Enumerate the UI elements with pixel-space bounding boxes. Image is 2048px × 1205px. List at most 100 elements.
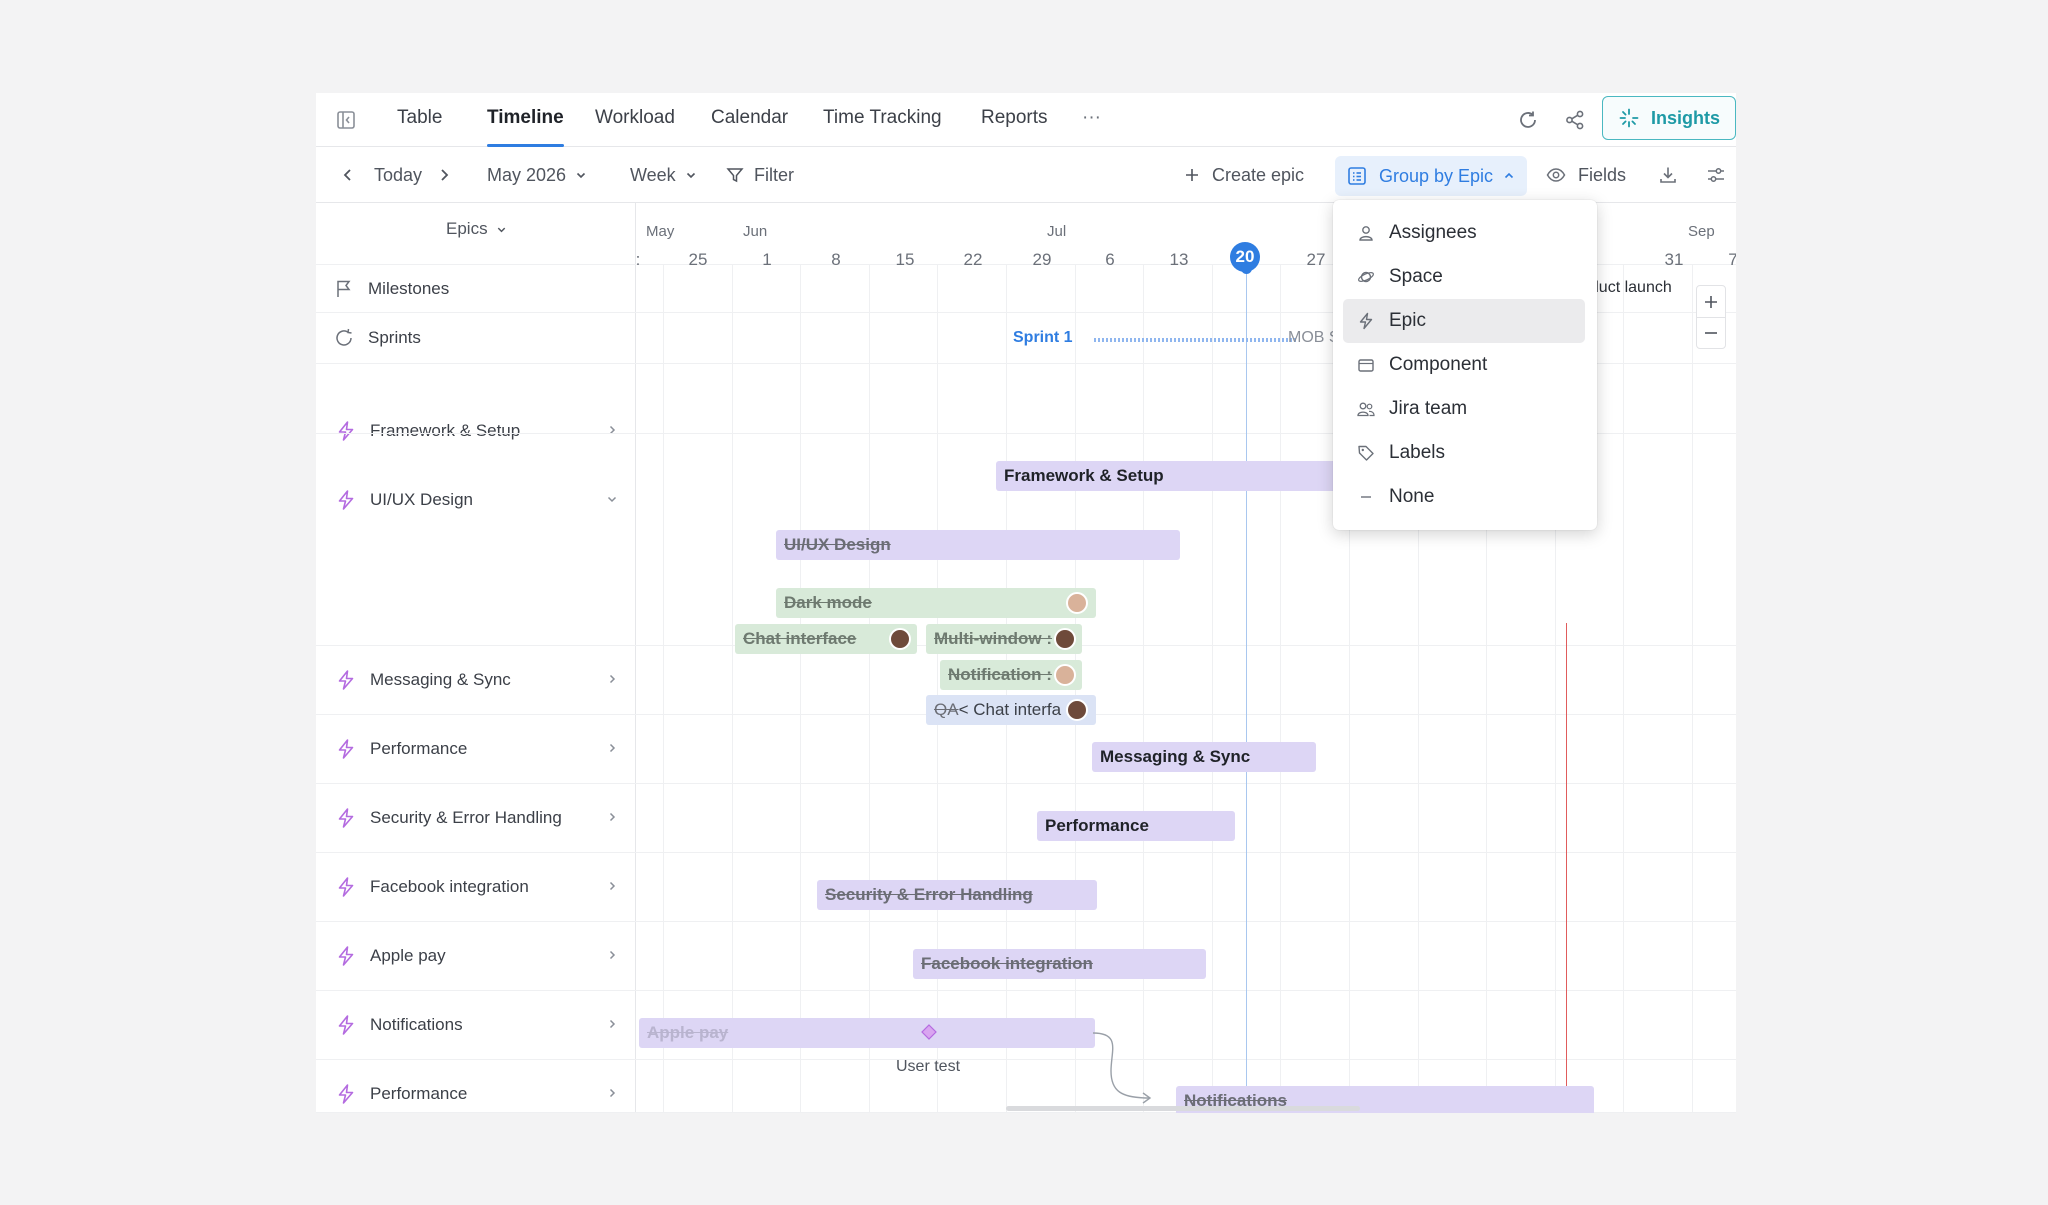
menu-item-none[interactable]: None [1343, 475, 1585, 519]
epic-row[interactable]: Performance [316, 1060, 636, 1113]
task-label: Dark mode [784, 593, 872, 612]
scale-selector[interactable]: Week [630, 147, 697, 203]
next-period-icon[interactable] [434, 165, 454, 185]
insights-label: Insights [1651, 107, 1721, 128]
today-button[interactable]: Today [374, 147, 422, 203]
scale-selector-label: Week [630, 164, 676, 185]
task-bar-dark-mode[interactable]: Dark mode [776, 588, 1096, 618]
epic-lightning-icon [334, 737, 358, 761]
filter-label: Filter [754, 164, 794, 185]
day-tick-label: 27 [1306, 250, 1326, 269]
zoom-controls [1696, 285, 1726, 349]
epic-lightning-icon [334, 668, 358, 692]
chevron-down-icon [685, 169, 697, 181]
chevron-right-icon[interactable] [606, 670, 618, 690]
epic-row-label: UI/UX Design [370, 490, 473, 509]
epic-row[interactable]: UI/UX Design [316, 434, 636, 646]
epic-row[interactable]: Framework & Setup [316, 364, 636, 441]
download-icon[interactable] [1656, 163, 1680, 187]
insights-button[interactable]: Insights [1602, 96, 1736, 140]
avatar [1066, 699, 1088, 721]
lightning-icon [1355, 310, 1377, 332]
dash-icon [1355, 486, 1377, 508]
chevron-right-icon[interactable] [606, 946, 618, 966]
chevron-down-icon[interactable] [606, 490, 618, 510]
group-by-menu: Assignees Space Epic Component Jira team… [1333, 200, 1597, 530]
epics-header-dropdown[interactable]: Epics [446, 219, 507, 239]
menu-item-assignees[interactable]: Assignees [1343, 211, 1585, 255]
grid-line [1623, 265, 1624, 1113]
menu-item-component[interactable]: Component [1343, 343, 1585, 387]
epic-lightning-icon [334, 488, 358, 512]
tab-workload[interactable]: Workload [595, 93, 675, 147]
task-label: Notification : [948, 665, 1052, 684]
tab-reports[interactable]: Reports [981, 93, 1048, 147]
grid-line [636, 921, 1736, 922]
filter-button[interactable]: Filter [726, 147, 794, 203]
tab-table[interactable]: Table [397, 93, 442, 147]
refresh-icon[interactable] [1515, 107, 1541, 133]
fields-label: Fields [1578, 164, 1627, 185]
menu-item-jira-team[interactable]: Jira team [1343, 387, 1585, 431]
plus-icon [1184, 167, 1200, 183]
more-tabs-button[interactable]: ··· [1082, 93, 1101, 147]
tab-timeline[interactable]: Timeline [487, 93, 564, 147]
chevron-right-icon[interactable] [606, 1084, 618, 1104]
tab-time-tracking[interactable]: Time Tracking [823, 93, 942, 147]
previous-period-icon[interactable] [338, 165, 358, 185]
group-by-button[interactable]: Group by Epic [1335, 156, 1528, 196]
component-box-icon [1355, 354, 1377, 376]
epic-bar-facebook[interactable]: Facebook integration [913, 949, 1206, 979]
epic-row[interactable]: Performance [316, 715, 636, 784]
menu-item-epic[interactable]: Epic [1343, 299, 1585, 343]
month-selector[interactable]: May 2026 [487, 147, 587, 203]
day-tick-label: 29 [1032, 250, 1052, 269]
epic-bar-applepay[interactable]: Apple pay [639, 1018, 1095, 1048]
epic-lightning-icon [334, 806, 358, 830]
day-tick-label: 7 [1728, 250, 1736, 269]
epic-bar-security[interactable]: Security & Error Handling [817, 880, 1097, 910]
settings-sliders-icon[interactable] [1704, 163, 1728, 187]
tab-calendar[interactable]: Calendar [711, 93, 788, 147]
fields-button[interactable]: Fields [1546, 147, 1626, 203]
sprint-label[interactable]: Sprint 1 [1013, 329, 1073, 347]
sprints-label: Sprints [368, 328, 421, 347]
group-by-label: Group by Epic [1379, 165, 1494, 186]
epic-bar-messaging[interactable]: Messaging & Sync [1092, 742, 1316, 772]
epic-bar-uiux[interactable]: UI/UX Design [776, 530, 1180, 560]
dependency-arrow [1092, 1032, 1152, 1104]
menu-item-space[interactable]: Space [1343, 255, 1585, 299]
day-tick-label: 8 [831, 250, 841, 269]
collapse-sidebar-icon[interactable] [334, 108, 358, 132]
chevron-right-icon[interactable] [606, 1015, 618, 1035]
chevron-up-icon [1503, 170, 1515, 182]
sprint-cycle-icon [332, 326, 356, 350]
next-sprint-label[interactable]: MOB S [1288, 329, 1340, 347]
timeline-toolbar: Today May 2026 Week Filter Create epic G… [316, 147, 1736, 203]
zoom-out-icon[interactable] [1697, 318, 1725, 348]
epic-row[interactable]: Security & Error Handling [316, 784, 636, 853]
epic-bar-framework[interactable]: Framework & Setup [996, 461, 1356, 491]
epic-bar-performance[interactable]: Performance [1037, 811, 1235, 841]
timeline-app: Table Timeline Workload Calendar Time Tr… [316, 93, 1736, 1113]
zoom-in-icon[interactable] [1697, 286, 1725, 318]
menu-item-labels[interactable]: Labels [1343, 431, 1585, 475]
epic-row[interactable]: Messaging & Sync [316, 646, 636, 715]
create-epic-button[interactable]: Create epic [1184, 147, 1304, 203]
sparkle-icon [1619, 108, 1639, 128]
month-label: May [646, 223, 675, 240]
grid-line [732, 265, 733, 1113]
chevron-right-icon[interactable] [606, 739, 618, 759]
horizontal-scrollbar[interactable] [1006, 1106, 1360, 1111]
create-epic-label: Create epic [1212, 164, 1305, 185]
deadline-line [1566, 623, 1567, 1113]
epic-row[interactable]: Facebook integration [316, 853, 636, 922]
epic-row[interactable]: Apple pay [316, 922, 636, 991]
chevron-right-icon[interactable] [606, 877, 618, 897]
team-icon [1355, 398, 1377, 420]
chevron-right-icon[interactable] [606, 808, 618, 828]
share-icon[interactable] [1562, 107, 1588, 133]
grid-line [1212, 265, 1213, 1113]
epic-row[interactable]: Notifications [316, 991, 636, 1060]
milestone-diamond-icon[interactable] [921, 1024, 937, 1040]
